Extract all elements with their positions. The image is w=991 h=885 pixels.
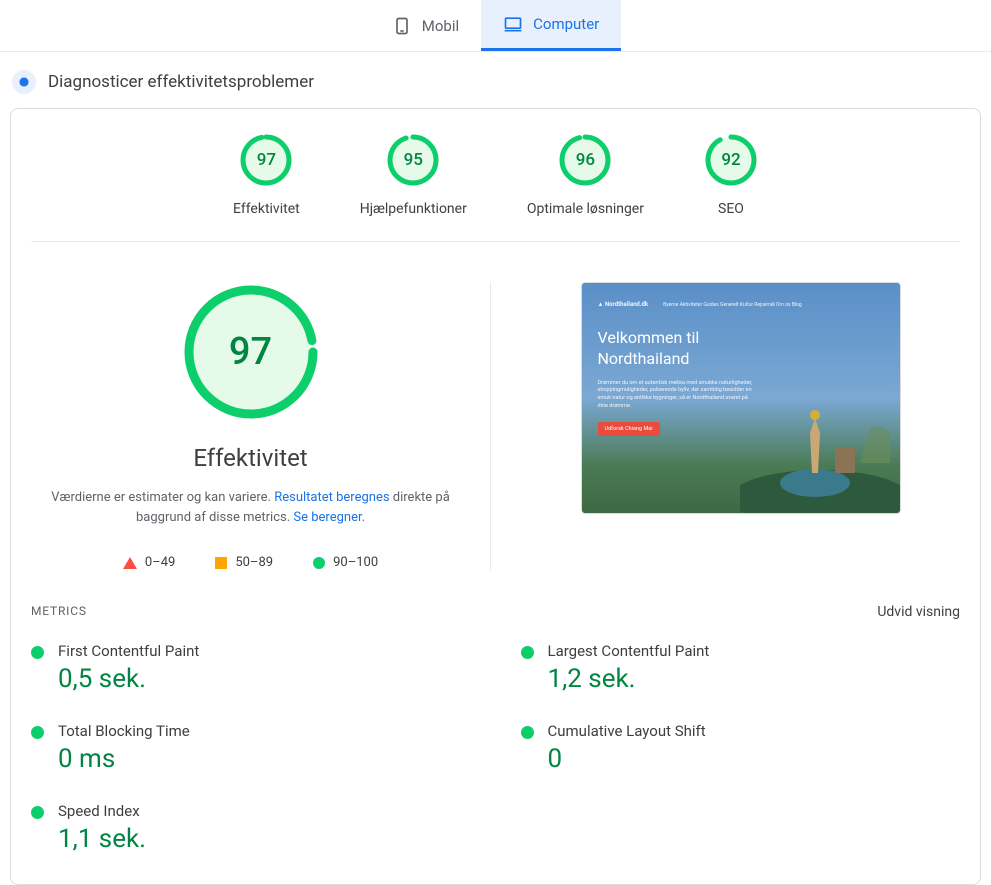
metric-value: 1,1 sek. [58, 824, 146, 854]
mobile-icon [392, 16, 412, 36]
status-dot-icon [31, 726, 44, 739]
metric-value: 0 [548, 744, 706, 774]
metric-name: Speed Index [58, 802, 146, 820]
diagnose-header: Diagnosticer effektivitetsproblemer [0, 52, 991, 104]
legend-mid: 50–89 [215, 555, 273, 570]
metric-name: First Contentful Paint [58, 642, 199, 660]
tab-mobile-label: Mobil [422, 17, 459, 35]
score-summary-row: 97 Effektivitet 95 Hjælpefunktioner [31, 133, 960, 242]
score-gauge: 97 [239, 133, 293, 187]
preview-logo: ▲ Nordthailand.dk [598, 301, 649, 308]
score-item[interactable]: 96 Optimale løsninger [527, 133, 644, 217]
hero-section: 97 Effektivitet Værdierne er estimater o… [31, 282, 960, 570]
performance-gauge: 97 [181, 282, 321, 422]
status-dot-icon [521, 726, 534, 739]
score-label: SEO [718, 201, 744, 217]
score-gauge: 95 [386, 133, 440, 187]
metric-item: Cumulative Layout Shift 0 [521, 722, 961, 774]
metric-name: Cumulative Layout Shift [548, 722, 706, 740]
expand-view[interactable]: Udvid visning [877, 604, 960, 620]
tab-computer[interactable]: Computer [481, 0, 621, 51]
score-label: Hjælpefunktioner [360, 201, 467, 217]
preview-button: Udforsk Chiang Mai [598, 422, 660, 436]
computer-icon [503, 14, 523, 34]
performance-description: Værdierne er estimater og kan variere. R… [51, 488, 451, 527]
score-gauge: 96 [558, 133, 612, 187]
score-value: 95 [386, 133, 440, 187]
diagnose-icon [12, 70, 36, 94]
status-dot-icon [31, 806, 44, 819]
metric-item: First Contentful Paint 0,5 sek. [31, 642, 471, 694]
preview-scenery-icon [740, 383, 900, 513]
tab-computer-label: Computer [533, 15, 599, 33]
preview-nav: ▲ Nordthailand.dk Byerne Aktiviteter Gui… [598, 301, 884, 308]
calc-link[interactable]: Resultatet beregnes [274, 490, 389, 505]
metric-item: Total Blocking Time 0 ms [31, 722, 471, 774]
hero-left: 97 Effektivitet Værdierne er estimater o… [31, 282, 491, 570]
see-calc-link[interactable]: Se beregner [293, 510, 361, 525]
score-label: Effektivitet [233, 201, 300, 217]
score-label: Optimale løsninger [527, 201, 644, 217]
performance-score: 97 [181, 282, 321, 422]
metric-item: Speed Index 1,1 sek. [31, 802, 471, 854]
hero-right: ▲ Nordthailand.dk Byerne Aktiviteter Gui… [521, 282, 960, 570]
score-gauge: 92 [704, 133, 758, 187]
device-tabs: Mobil Computer [0, 0, 991, 52]
score-value: 92 [704, 133, 758, 187]
square-icon [215, 557, 227, 569]
status-dot-icon [521, 646, 534, 659]
metric-name: Total Blocking Time [58, 722, 190, 740]
metric-value: 0,5 sek. [58, 664, 199, 694]
diagnose-title: Diagnosticer effektivitetsproblemer [48, 72, 314, 92]
metrics-grid: First Contentful Paint 0,5 sek. Largest … [31, 642, 960, 854]
circle-icon [313, 557, 325, 569]
page-preview: ▲ Nordthailand.dk Byerne Aktiviteter Gui… [581, 282, 901, 514]
score-item[interactable]: 92 SEO [704, 133, 758, 217]
legend-high: 90–100 [313, 555, 378, 570]
preview-headline: Velkommen tilNordthailand [598, 328, 884, 370]
metric-value: 0 ms [58, 744, 190, 774]
metrics-label: METRICS [31, 604, 87, 620]
score-value: 97 [239, 133, 293, 187]
legend-low: 0–49 [123, 555, 175, 570]
metrics-header: METRICS Udvid visning [31, 604, 960, 620]
triangle-icon [123, 557, 137, 569]
tab-mobile[interactable]: Mobil [370, 0, 481, 51]
status-dot-icon [31, 646, 44, 659]
metric-item: Largest Contentful Paint 1,2 sek. [521, 642, 961, 694]
score-value: 96 [558, 133, 612, 187]
score-legend: 0–49 50–89 90–100 [123, 555, 378, 570]
score-item[interactable]: 95 Hjælpefunktioner [360, 133, 467, 217]
performance-title: Effektivitet [193, 444, 307, 472]
report-card: 97 Effektivitet 95 Hjælpefunktioner [10, 108, 981, 885]
metric-name: Largest Contentful Paint [548, 642, 710, 660]
score-item[interactable]: 97 Effektivitet [233, 133, 300, 217]
preview-body: Drømmer du om et autentisk mekka med smu… [598, 380, 758, 411]
metric-value: 1,2 sek. [548, 664, 710, 694]
